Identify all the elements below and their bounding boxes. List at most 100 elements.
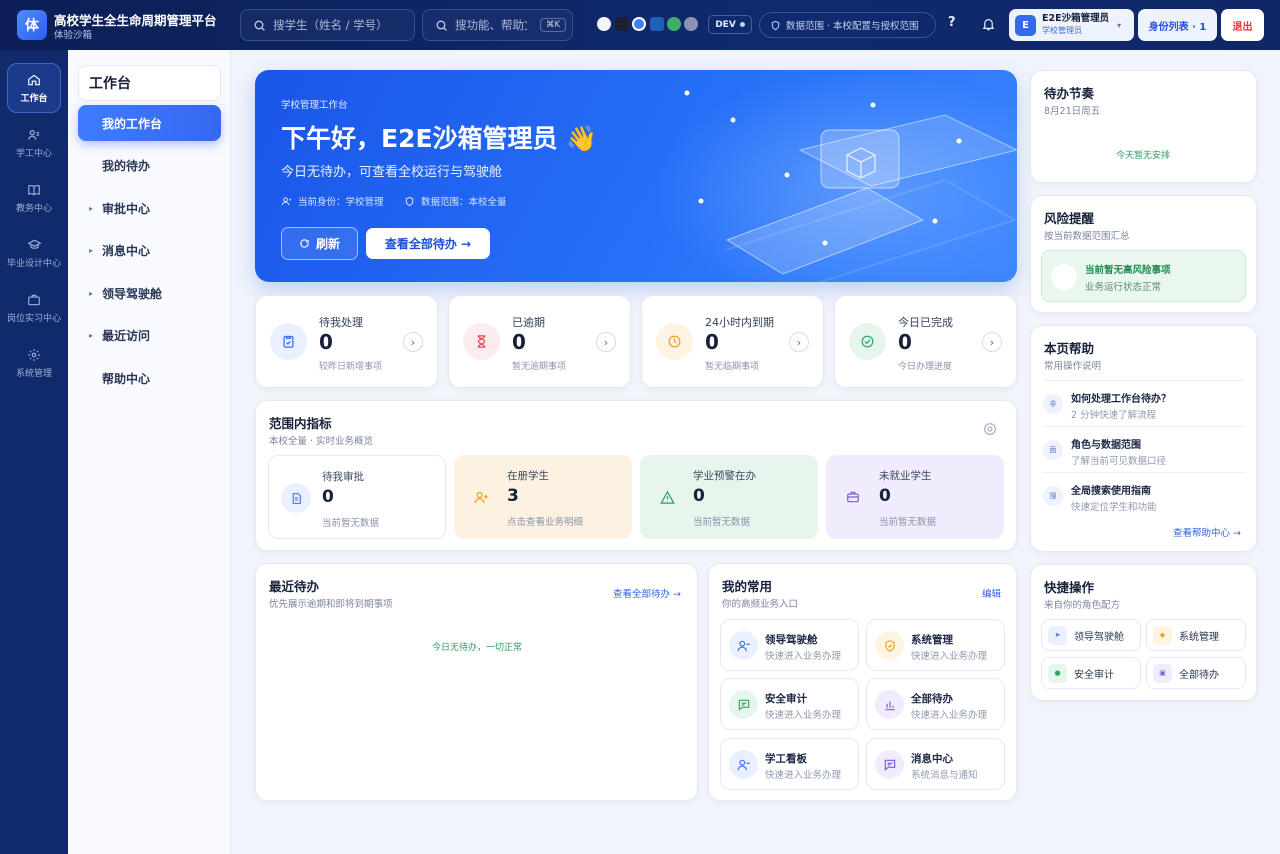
favorites-subtitle: 你的高频业务入口 <box>722 599 799 610</box>
metric-label: 待我审批 <box>322 471 364 483</box>
rail-item-workbench[interactable]: 工作台 <box>7 63 61 113</box>
subnav-item-label: 消息中心 <box>102 243 151 258</box>
stat-value: 0 <box>705 330 719 354</box>
metric-unemployed-students[interactable]: 未就业学生 0 当前暂无数据 <box>826 455 1004 539</box>
warning-icon <box>652 482 682 512</box>
data-scope-pill[interactable]: 数据范围 · 本校配置与授权范围 <box>759 12 936 38</box>
view-all-todo-button[interactable]: 查看全部待办 → <box>366 228 490 259</box>
schedule-title: 待办节奏 <box>1044 86 1095 101</box>
rail-item-internship[interactable]: 岗位实习中心 <box>0 283 68 333</box>
stat-card-due-soon[interactable]: 24小时内到期 0 暂无临期事项 › <box>641 295 824 388</box>
metric-academic-warning[interactable]: 学业预警在办 0 当前暂无数据 <box>640 455 818 539</box>
chevron-right-icon[interactable]: › <box>596 332 616 352</box>
subnav-item-my-workbench[interactable]: 我的工作台 <box>78 105 221 141</box>
caret-right-icon: ▸ <box>89 288 94 298</box>
chevron-right-icon[interactable]: › <box>403 332 423 352</box>
favorite-messages[interactable]: 消息中心 系统消息与通知 <box>866 738 1005 790</box>
rail-item-label: 工作台 <box>20 93 48 104</box>
banner-identity-text: 当前身份：学校管理 <box>298 197 384 208</box>
quick-action-label: 全部待办 <box>1179 669 1219 681</box>
theme-swatch-navy[interactable] <box>650 17 664 31</box>
help-item[interactable]: 搜 全局搜索使用指南 快速定位学生和功能 <box>1043 472 1245 518</box>
rail-item-academic[interactable]: 教务中心 <box>0 173 68 223</box>
stat-card-pending[interactable]: 待我处理 0 较昨日新增事项 › <box>255 295 438 388</box>
help-title: 本页帮助 <box>1044 341 1095 356</box>
shield-icon <box>875 631 904 660</box>
help-icon[interactable]: ? <box>948 15 956 30</box>
caret-right-icon: ▸ <box>89 330 94 340</box>
favorite-cockpit[interactable]: 领导驾驶舱 快速进入业务办理 <box>720 619 859 671</box>
metric-pending-approval[interactable]: 待我审批 0 当前暂无数据 <box>268 455 446 539</box>
subnav-item-help[interactable]: 帮助中心 <box>78 360 221 396</box>
chat-icon <box>729 690 758 719</box>
hourglass-icon <box>463 323 500 360</box>
subnav-item-messages[interactable]: ▸ 消息中心 <box>78 232 221 268</box>
favorite-title: 系统管理 <box>911 634 953 646</box>
student-search-input[interactable]: 搜学生（姓名 / 学号） <box>240 9 415 41</box>
refresh-button[interactable]: 刷新 <box>281 227 358 260</box>
theme-swatch-blue[interactable] <box>632 17 646 31</box>
subnav-item-label: 领导驾驶舱 <box>102 286 163 301</box>
stat-card-completed[interactable]: 今日已完成 0 今日办理进度 › <box>834 295 1017 388</box>
briefcase-icon <box>838 482 868 512</box>
subnav-item-approvals[interactable]: ▸ 审批中心 <box>78 190 221 226</box>
favorite-audit[interactable]: 安全审计 快速进入业务办理 <box>720 678 859 730</box>
settings-icon[interactable] <box>982 421 998 437</box>
metric-hint: 当前暂无数据 <box>322 518 380 529</box>
logout-button[interactable]: 退出 <box>1221 9 1264 41</box>
shield-icon <box>404 196 415 207</box>
favorite-student-board[interactable]: 学工看板 快速进入业务办理 <box>720 738 859 790</box>
quick-action-system[interactable]: ◆ 系统管理 <box>1146 619 1246 651</box>
help-item-title: 全局搜索使用指南 <box>1071 486 1151 497</box>
quick-action-audit[interactable]: ● 安全审计 <box>1041 657 1141 689</box>
subnav-item-my-todo[interactable]: 我的待办 <box>78 147 221 183</box>
shield-icon <box>770 20 781 31</box>
help-item-desc: 了解当前可见数据口径 <box>1071 456 1167 467</box>
subnav-item-cockpit[interactable]: ▸ 领导驾驶舱 <box>78 275 221 311</box>
favorite-title: 领导驾驶舱 <box>765 634 818 646</box>
favorite-all-todo[interactable]: 全部待办 快速进入业务办理 <box>866 678 1005 730</box>
metrics-subtitle: 本校全量 · 实时业务概览 <box>269 436 374 447</box>
view-all-todo-link[interactable]: 查看全部待办 → <box>613 586 681 600</box>
theme-swatch-gray[interactable] <box>684 17 698 31</box>
stat-hint: 暂无临期事项 <box>705 362 760 372</box>
role-list-button[interactable]: 身份列表 · 1 <box>1138 9 1217 41</box>
rail-item-system[interactable]: 系统管理 <box>0 338 68 388</box>
env-badge: DEV <box>708 15 752 34</box>
help-item-title: 如何处理工作台待办？ <box>1071 394 1171 405</box>
risk-status-title: 当前暂无高风险事项 <box>1085 265 1171 276</box>
user-menu[interactable]: E E2E沙箱管理员 学校管理员 ▾ <box>1009 9 1134 41</box>
theme-swatch-light[interactable] <box>597 17 611 31</box>
help-center-link[interactable]: 查看帮助中心 → <box>1173 525 1241 539</box>
quick-action-label: 领导驾驶舱 <box>1074 631 1124 643</box>
quick-action-all-todo[interactable]: ▣ 全部待办 <box>1146 657 1246 689</box>
stat-card-overdue[interactable]: 已逾期 0 暂无逾期事项 › <box>448 295 631 388</box>
subnav-item-label: 我的待办 <box>102 158 151 173</box>
avatar: E <box>1015 14 1036 36</box>
favorite-system[interactable]: 系统管理 快速进入业务办理 <box>866 619 1005 671</box>
rail-item-graduation[interactable]: 毕业设计中心 <box>0 228 68 278</box>
gear-icon <box>27 348 41 362</box>
risk-title: 风险提醒 <box>1044 211 1095 226</box>
clock-icon <box>656 323 693 360</box>
rail-item-student-affairs[interactable]: 学工中心 <box>0 118 68 168</box>
help-item[interactable]: 面 角色与数据范围 了解当前可见数据口径 <box>1043 426 1245 472</box>
metric-value: 0 <box>879 486 891 506</box>
edit-favorites-button[interactable]: 编辑 <box>982 586 1001 600</box>
theme-swatch-dark[interactable] <box>615 17 629 31</box>
chevron-right-icon[interactable]: › <box>789 332 809 352</box>
metric-enrolled-students[interactable]: 在册学生 3 点击查看业务明细 <box>454 455 632 539</box>
help-item[interactable]: 非 如何处理工作台待办？ 2 分钟快速了解流程 <box>1043 380 1245 426</box>
favorite-desc: 快速进入业务办理 <box>765 770 842 781</box>
banner-eyebrow: 学校管理工作台 <box>281 100 348 111</box>
metric-value: 3 <box>507 486 519 506</box>
favorite-desc: 快速进入业务办理 <box>765 710 842 721</box>
subnav-item-recent[interactable]: ▸ 最近访问 <box>78 317 221 353</box>
bell-icon[interactable] <box>981 16 996 32</box>
recent-todo-subtitle: 优先展示逾期和即将到期事项 <box>269 599 393 610</box>
function-search-input[interactable]: 搜功能、帮助文档 ⌘K <box>422 9 573 41</box>
theme-swatch-green[interactable] <box>667 17 681 31</box>
quick-action-cockpit[interactable]: ➤ 领导驾驶舱 <box>1041 619 1141 651</box>
chevron-right-icon[interactable]: › <box>982 332 1002 352</box>
shortcut-hint: ⌘K <box>540 18 567 32</box>
